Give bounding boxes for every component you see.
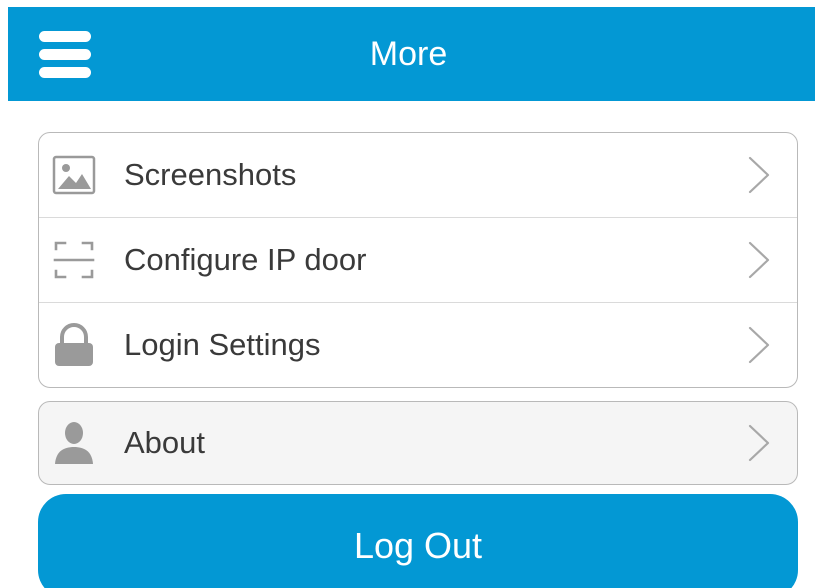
about-menu-group: About	[38, 401, 798, 485]
menu-item-label: Login Settings	[124, 327, 321, 362]
menu-item-screenshots[interactable]: Screenshots	[39, 133, 797, 217]
logout-button[interactable]: Log Out	[38, 494, 798, 588]
top-app-bar: More	[8, 7, 815, 101]
more-screen: More Screenshots Configure IP door Login…	[0, 0, 815, 588]
menu-item-label: Configure IP door	[124, 242, 367, 277]
person-icon	[55, 422, 93, 464]
page-title: More	[369, 35, 448, 73]
menu-item-configure-ip-door[interactable]: Configure IP door	[39, 217, 797, 302]
image-icon	[52, 155, 96, 195]
menu-item-label: Screenshots	[124, 157, 297, 192]
lock-icon	[55, 323, 93, 366]
settings-menu-group: Screenshots Configure IP door Login Sett…	[38, 132, 798, 388]
chevron-right-icon	[748, 424, 770, 462]
menu-item-label: About	[124, 425, 206, 460]
chevron-right-icon	[748, 241, 770, 279]
menu-item-about[interactable]: About	[39, 402, 797, 484]
chevron-right-icon	[748, 156, 770, 194]
scan-frame-icon	[53, 241, 95, 279]
menu-item-login-settings[interactable]: Login Settings	[39, 302, 797, 387]
chevron-right-icon	[748, 326, 770, 364]
